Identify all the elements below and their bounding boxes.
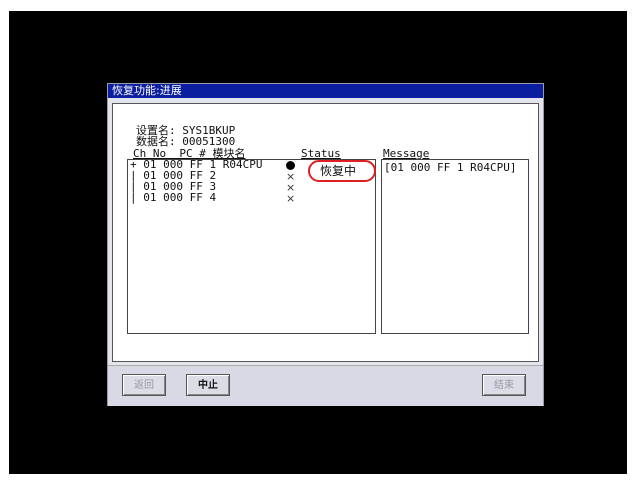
message-text: [01 000 FF 1 R04CPU] <box>384 161 517 174</box>
status-restoring: 恢复中 <box>320 164 357 178</box>
message-header: Message <box>383 147 430 160</box>
module-list[interactable]: + 01 000 FF 1 R04CPU 恢复中 | 01 000 FF 2 ×… <box>127 159 376 334</box>
message-box[interactable]: [01 000 FF 1 R04CPU] <box>381 159 529 334</box>
abort-button[interactable]: 中止 <box>186 374 230 396</box>
dialog-title: 恢复功能:进展 <box>108 84 543 98</box>
active-dot-icon <box>286 161 295 170</box>
dialog-footer: 返回 中止 结束 <box>108 365 543 406</box>
cross-icon: × <box>286 192 296 205</box>
restore-progress-dialog: 恢复功能:进展 设置名: SYS1BKUP 数据名: 00051300 Ch N… <box>107 83 544 406</box>
status-header: Status <box>301 147 341 160</box>
back-button[interactable]: 返回 <box>122 374 166 396</box>
finish-button[interactable]: 结束 <box>482 374 526 396</box>
content-panel: 设置名: SYS1BKUP 数据名: 00051300 Ch No PC # 模… <box>112 103 539 362</box>
data-name: 数据名: 00051300 <box>136 135 236 148</box>
info-block: 设置名: SYS1BKUP 数据名: 00051300 <box>136 125 235 147</box>
list-row-4[interactable]: | 01 000 FF 4 <box>130 192 216 203</box>
